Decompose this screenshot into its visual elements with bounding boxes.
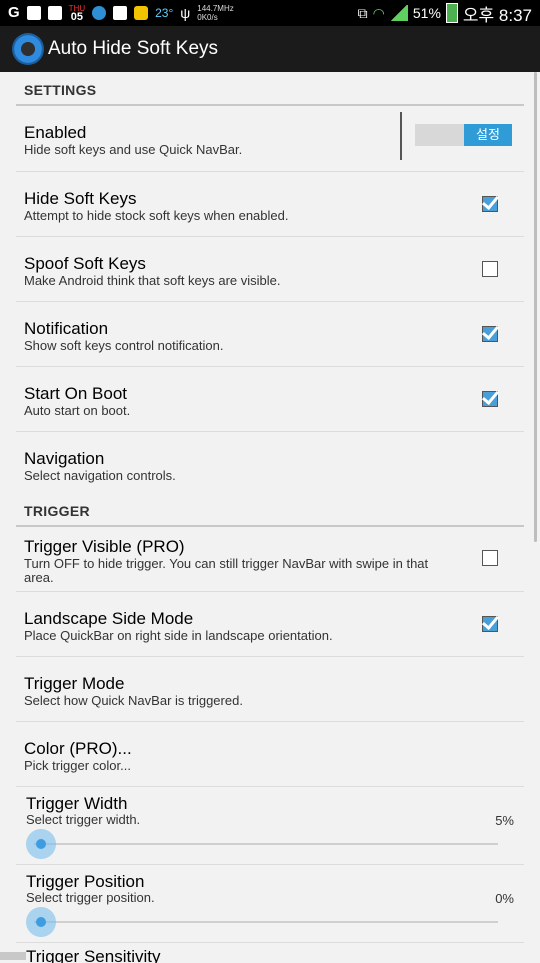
pref-title: Trigger Visible (PRO): [24, 537, 185, 556]
usb-icon: ψ: [180, 5, 191, 21]
start-on-boot-checkbox[interactable]: [482, 391, 498, 407]
slider-track[interactable]: [34, 921, 498, 923]
pref-title: Trigger Sensitivity: [26, 947, 161, 963]
app-logo-icon[interactable]: [12, 33, 44, 65]
pref-summary: Auto start on boot.: [24, 403, 131, 418]
pref-title: Landscape Side Mode: [24, 609, 194, 628]
browser-icon: [92, 6, 107, 20]
pref-title: Trigger Width: [26, 794, 128, 813]
app-title: Auto Hide Soft Keys: [48, 38, 219, 59]
pref-title: Hide Soft Keys: [24, 189, 137, 208]
slider-thumb[interactable]: [26, 907, 56, 937]
pref-landscape-side-mode[interactable]: Landscape Side Mode Place QuickBar on ri…: [16, 592, 524, 657]
pref-title: Trigger Position: [26, 872, 145, 891]
pref-title: Start On Boot: [24, 384, 127, 403]
bottom-handle: [0, 952, 26, 960]
pref-summary: Place QuickBar on right side in landscap…: [24, 628, 333, 643]
section-title: TRIGGER: [24, 503, 90, 519]
speed-text: 144.7MHz: [197, 4, 234, 13]
toggle-knob: 설정: [464, 124, 512, 146]
screen-mirror-icon: ⧉: [357, 4, 368, 21]
pref-summary: Turn OFF to hide trigger. You can still …: [24, 556, 429, 585]
wifi-icon: ◠: [372, 4, 385, 21]
pref-navigation[interactable]: Navigation Select navigation controls.: [16, 432, 524, 496]
pref-trigger-visible[interactable]: Trigger Visible (PRO) Turn OFF to hide t…: [16, 527, 524, 592]
pref-color[interactable]: Color (PRO)... Pick trigger color...: [16, 722, 524, 787]
pref-enabled[interactable]: Enabled Hide soft keys and use Quick Nav…: [16, 106, 524, 172]
pref-summary: Show soft keys control notification.: [24, 338, 224, 353]
slider-thumb[interactable]: [26, 829, 56, 859]
battery-percent: 51%: [412, 5, 441, 21]
clock: 오후 8:37: [462, 5, 532, 25]
pref-start-on-boot[interactable]: Start On Boot Auto start on boot.: [16, 367, 524, 432]
pref-trigger-position[interactable]: Trigger Position Select trigger position…: [16, 865, 524, 943]
pref-summary: Make Android think that soft keys are vi…: [24, 273, 281, 288]
pref-summary: Hide soft keys and use Quick NavBar.: [24, 142, 243, 157]
status-bar: G THU 05 23° ψ 144.7MHz 0K0/s ⧉ ◠ 51% 오후…: [0, 0, 540, 26]
slider-value: 5%: [495, 813, 514, 828]
pref-summary: Pick trigger color...: [24, 758, 131, 773]
pref-title: Navigation: [24, 449, 105, 468]
spoof-soft-keys-checkbox[interactable]: [482, 261, 498, 277]
landscape-side-mode-checkbox[interactable]: [482, 616, 498, 632]
pref-title: Enabled: [24, 123, 87, 142]
slider-track[interactable]: [34, 843, 498, 845]
pref-title: Trigger Mode: [24, 674, 125, 693]
pref-title: Notification: [24, 319, 109, 338]
slider-value: 0%: [495, 891, 514, 906]
settings-list: SETTINGS Enabled Hide soft keys and use …: [0, 72, 540, 963]
chat-icon: [134, 6, 149, 20]
g-icon: G: [8, 4, 20, 21]
pref-notification[interactable]: Notification Show soft keys control noti…: [16, 302, 524, 367]
pref-summary: Select trigger width.: [26, 812, 141, 827]
pref-trigger-mode[interactable]: Trigger Mode Select how Quick NavBar is …: [16, 657, 524, 722]
date-indicator: THU 05: [69, 4, 85, 23]
hide-soft-keys-checkbox[interactable]: [482, 196, 498, 212]
document-icon: [47, 6, 62, 20]
android-icon: 144.7MHz 0K0/s: [197, 4, 233, 22]
section-header-settings: SETTINGS: [16, 72, 524, 106]
pref-title: Spoof Soft Keys: [24, 254, 146, 273]
signal-icon: [389, 5, 408, 21]
date-number: 05: [70, 11, 84, 23]
battery-saver-icon: [26, 6, 41, 20]
pref-title: Color (PRO)...: [24, 739, 132, 758]
section-header-trigger: TRIGGER: [16, 496, 524, 527]
pref-summary: Select navigation controls.: [24, 468, 176, 483]
trigger-visible-checkbox[interactable]: [482, 550, 498, 566]
pref-trigger-width[interactable]: Trigger Width Select trigger width. 5%: [16, 787, 524, 865]
speed-text-2: 0K0/s: [197, 13, 218, 22]
gallery-icon: [113, 6, 128, 20]
enabled-toggle[interactable]: 설정: [415, 124, 512, 146]
notification-checkbox[interactable]: [482, 326, 498, 342]
temperature-text: 23°: [155, 6, 174, 20]
pref-hide-soft-keys[interactable]: Hide Soft Keys Attempt to hide stock sof…: [16, 172, 524, 237]
action-bar: Auto Hide Soft Keys: [0, 26, 540, 72]
section-title: SETTINGS: [24, 82, 97, 98]
pref-summary: Select trigger position.: [26, 890, 155, 905]
pref-summary: Select how Quick NavBar is triggered.: [24, 693, 243, 708]
pref-trigger-sensitivity[interactable]: Trigger Sensitivity: [16, 943, 524, 963]
pref-spoof-soft-keys[interactable]: Spoof Soft Keys Make Android think that …: [16, 237, 524, 302]
pref-summary: Attempt to hide stock soft keys when ena…: [24, 208, 289, 223]
battery-icon: [445, 3, 458, 23]
divider: [400, 112, 402, 160]
